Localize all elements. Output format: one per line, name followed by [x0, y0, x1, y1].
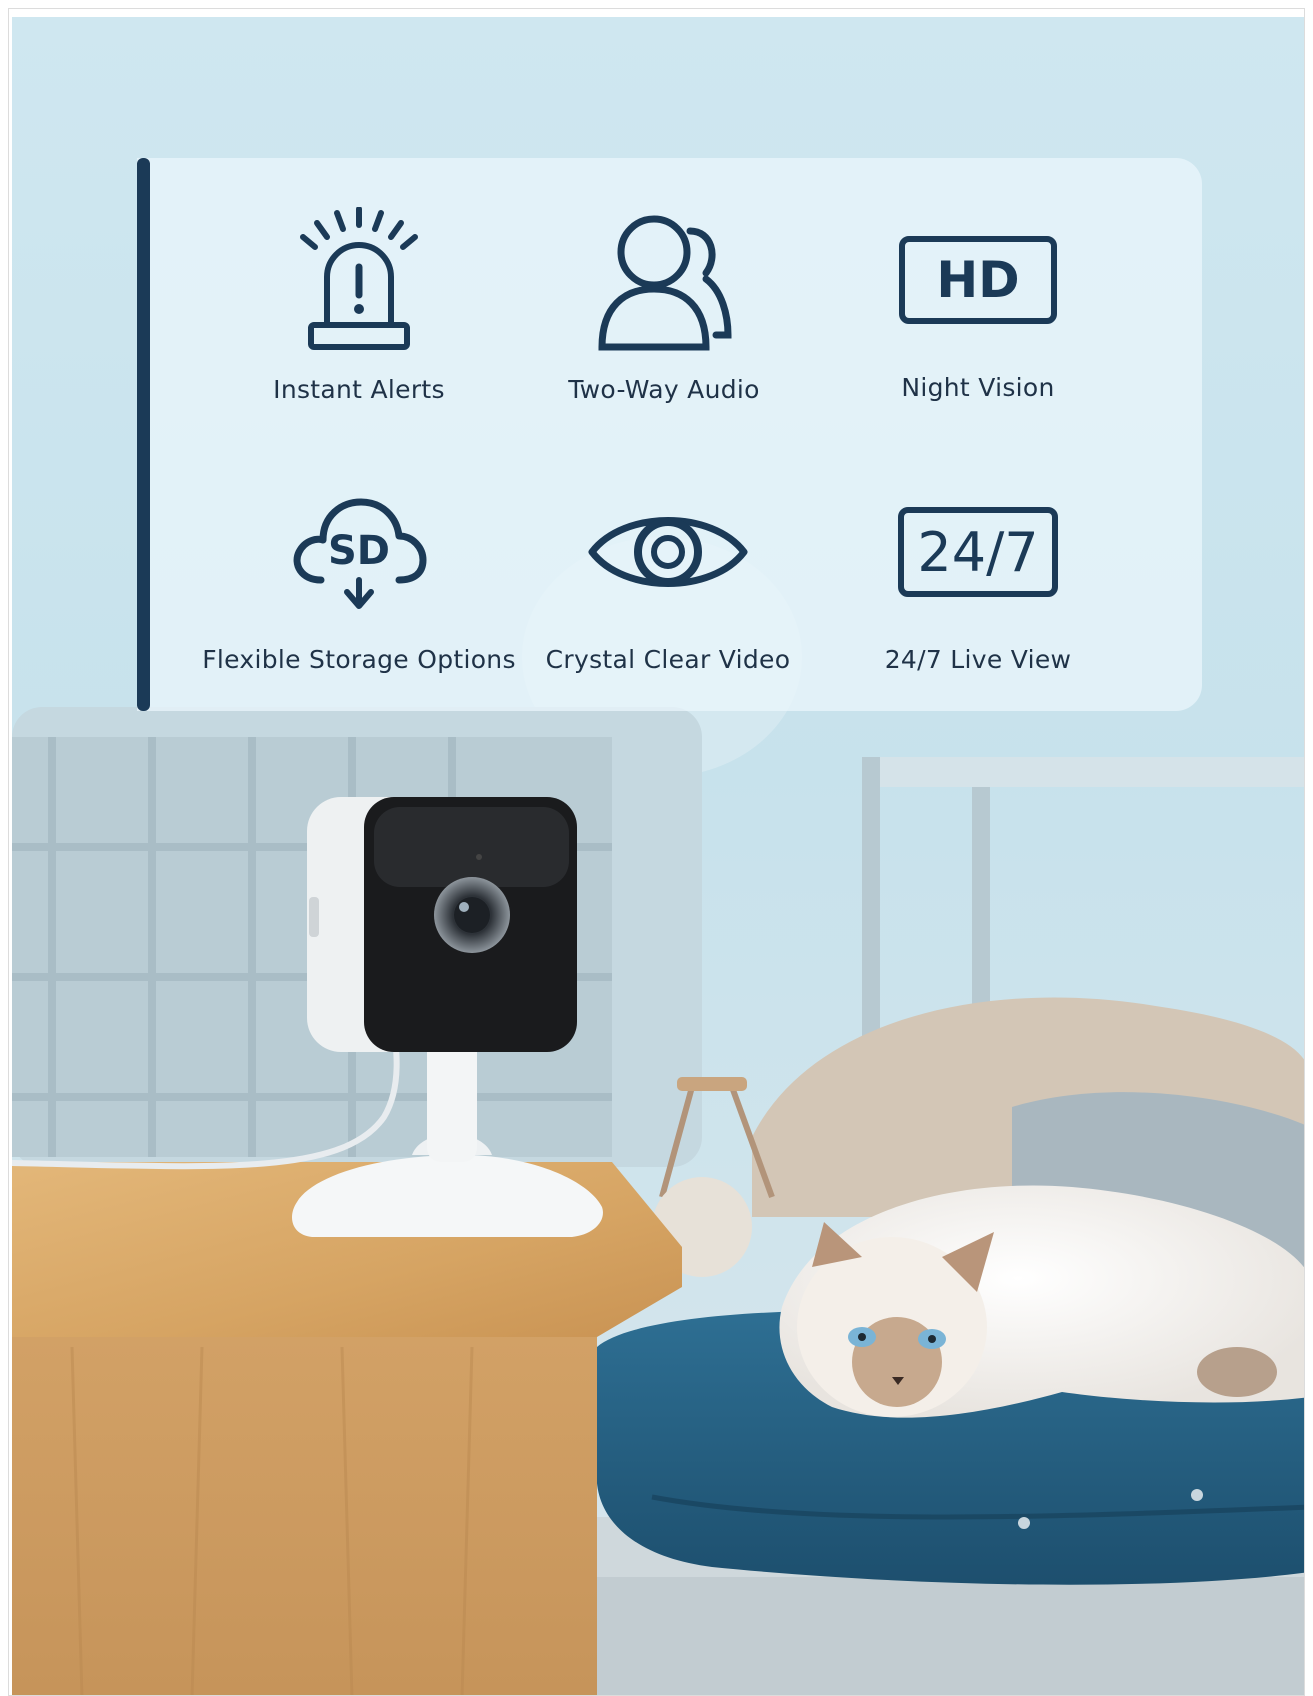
feature-flexible-storage: SD Flexible Storage Options — [199, 477, 519, 674]
product-photo: Instant Alerts Two-Way Audio HD Night Vi… — [12, 17, 1304, 1695]
24-7-badge-icon: 24/7 — [818, 477, 1138, 627]
feature-crystal-clear-video: Crystal Clear Video — [508, 477, 828, 674]
two-people-icon — [504, 207, 824, 357]
eye-icon — [508, 477, 828, 627]
sd-text: SD — [328, 528, 390, 574]
panel-accent-bar — [137, 158, 150, 711]
image-frame: Instant Alerts Two-Way Audio HD Night Vi… — [8, 8, 1305, 1696]
feature-label: 24/7 Live View — [884, 645, 1072, 674]
sd-cloud-icon: SD — [199, 477, 519, 627]
feature-night-vision: HD Night Vision — [818, 205, 1138, 402]
siren-alert-icon — [199, 207, 519, 357]
feature-label: Instant Alerts — [273, 375, 445, 404]
feature-label: Flexible Storage Options — [202, 645, 516, 674]
feature-label: Two-Way Audio — [568, 375, 760, 404]
feature-label: Night Vision — [901, 373, 1055, 402]
feature-instant-alerts: Instant Alerts — [199, 207, 519, 404]
feature-two-way-audio: Two-Way Audio — [504, 207, 824, 404]
feature-label: Crystal Clear Video — [545, 645, 791, 674]
feature-24-7-live-view: 24/7 24/7 Live View — [818, 477, 1138, 674]
hd-badge-icon: HD — [818, 205, 1138, 355]
